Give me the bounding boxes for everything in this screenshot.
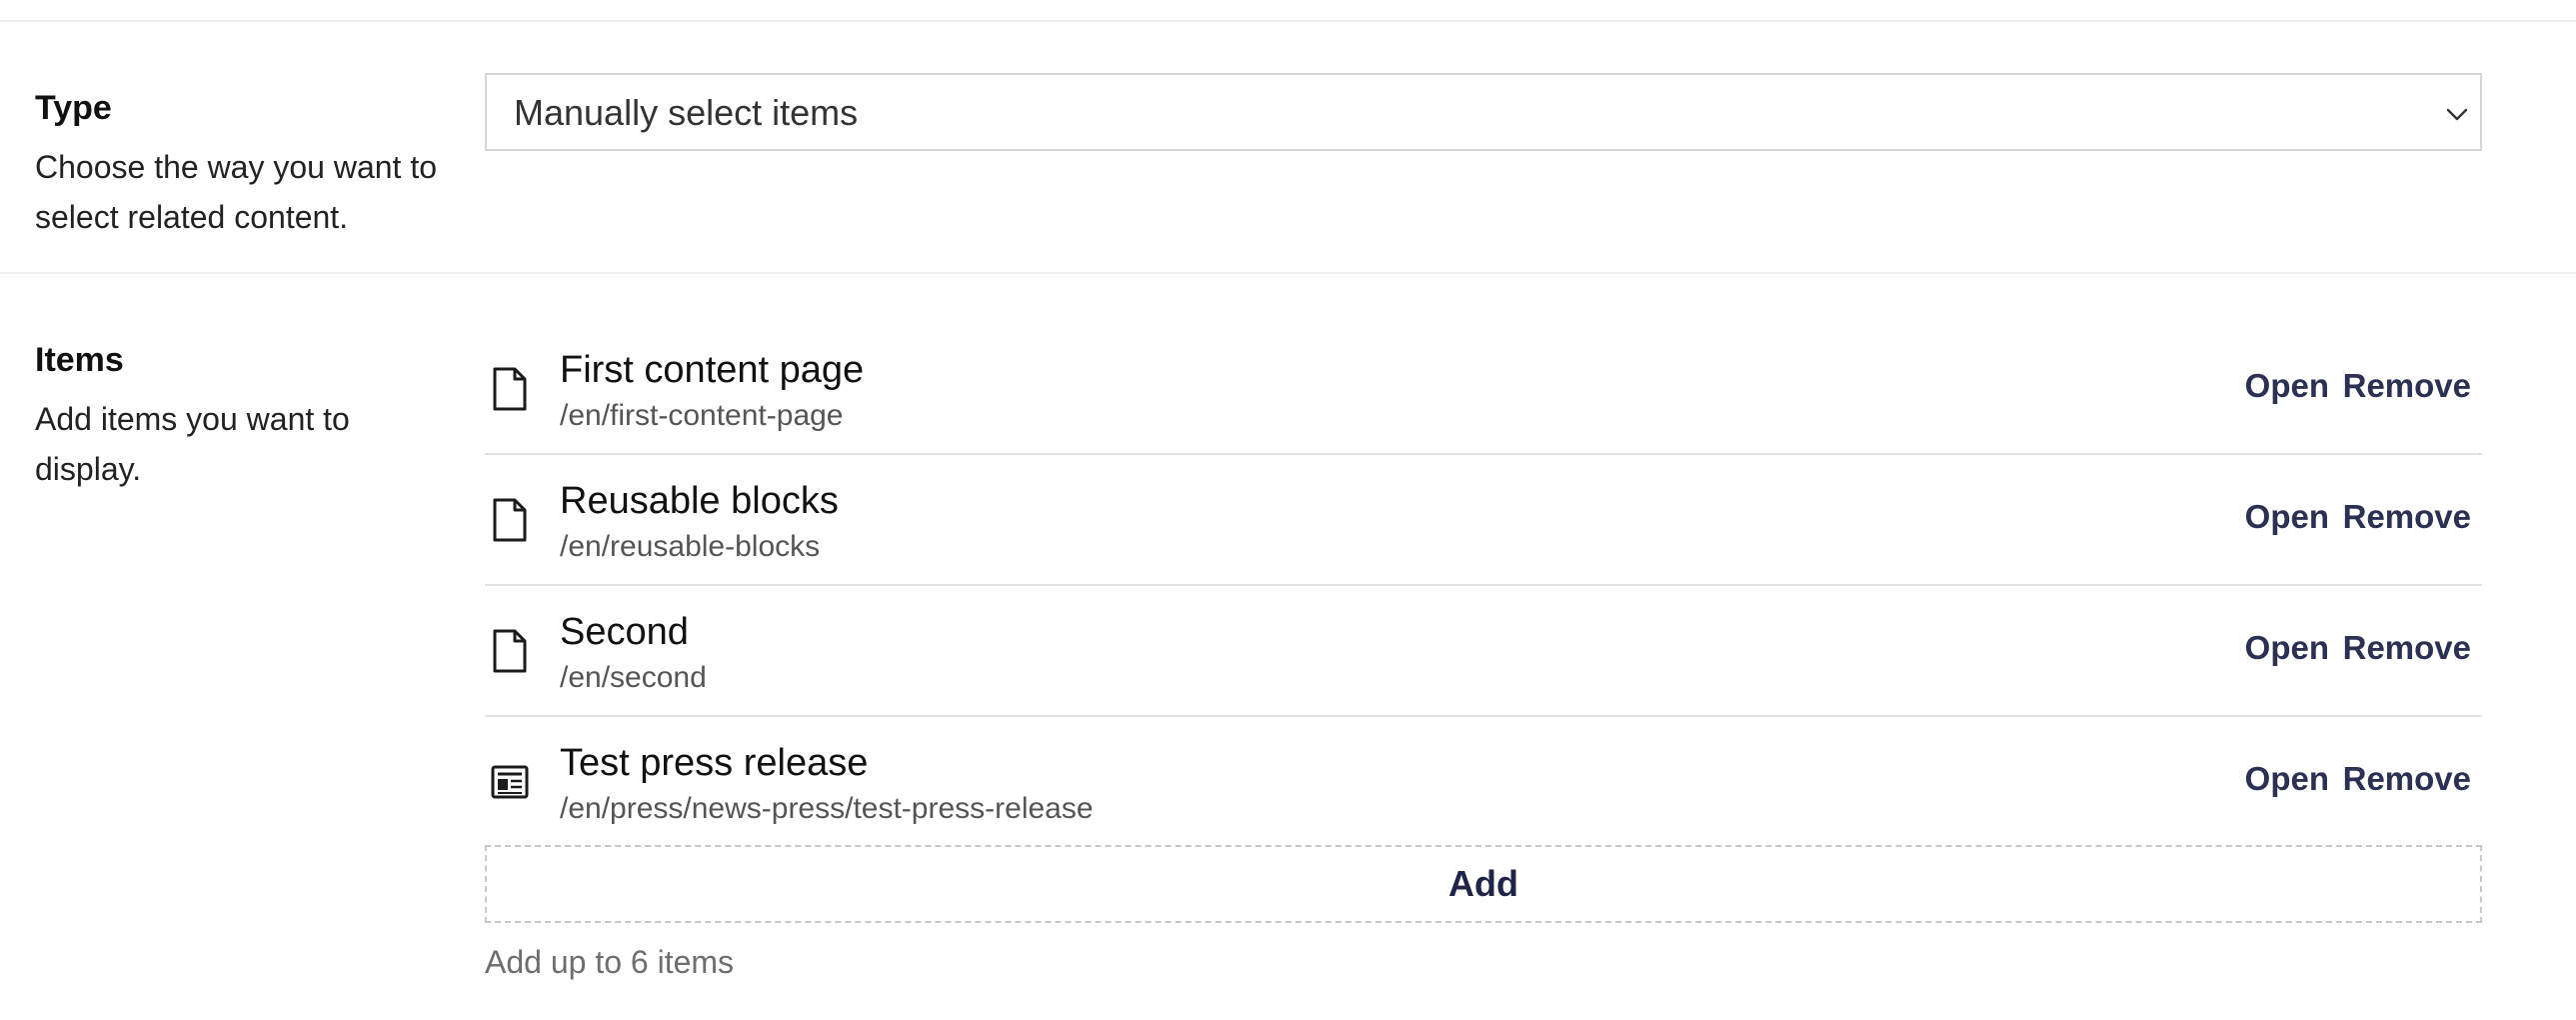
item-path: /en/press/news-press/test-press-release bbox=[560, 792, 1094, 825]
list-item: Reusable blocks /en/reusable-blocks Open… bbox=[485, 455, 2482, 586]
add-item-button[interactable]: Add bbox=[485, 845, 2482, 923]
item-title: First content page bbox=[560, 349, 865, 391]
list-item: Second /en/second Open Remove bbox=[485, 586, 2482, 717]
selected-items-list: First content page /en/first-content-pag… bbox=[485, 324, 2482, 846]
remove-button[interactable]: Remove bbox=[2343, 366, 2471, 406]
open-button[interactable]: Open bbox=[2245, 628, 2329, 668]
type-field-label: Type Choose the way you want to select r… bbox=[35, 88, 455, 242]
items-description: Add items you want to display. bbox=[35, 401, 350, 487]
document-icon bbox=[493, 498, 527, 542]
type-select-value: Manually select items bbox=[514, 92, 859, 133]
item-path: /en/first-content-page bbox=[560, 399, 844, 432]
list-item: Test press release /en/press/news-press/… bbox=[485, 717, 2482, 846]
list-item: First content page /en/first-content-pag… bbox=[485, 324, 2482, 455]
item-title: Second bbox=[560, 611, 689, 653]
items-help-text: Add up to 6 items bbox=[485, 944, 735, 980]
item-title: Test press release bbox=[560, 742, 869, 784]
open-button[interactable]: Open bbox=[2245, 497, 2329, 537]
document-icon bbox=[493, 367, 527, 411]
remove-button[interactable]: Remove bbox=[2343, 497, 2471, 537]
open-button[interactable]: Open bbox=[2245, 759, 2329, 799]
item-title: Reusable blocks bbox=[560, 480, 839, 522]
remove-button[interactable]: Remove bbox=[2343, 628, 2471, 668]
newspaper-icon bbox=[491, 765, 529, 799]
open-button[interactable]: Open bbox=[2245, 366, 2329, 406]
type-select[interactable]: Manually select items bbox=[485, 73, 2482, 151]
type-title: Type bbox=[35, 89, 112, 127]
items-field-label: Items Add items you want to display. bbox=[35, 340, 455, 494]
section-divider bbox=[0, 272, 2576, 274]
items-title: Items bbox=[35, 341, 124, 379]
item-path: /en/reusable-blocks bbox=[560, 530, 821, 563]
remove-button[interactable]: Remove bbox=[2343, 759, 2471, 799]
document-icon bbox=[493, 629, 527, 673]
top-divider bbox=[0, 20, 2576, 22]
item-path: /en/second bbox=[560, 661, 707, 694]
type-description: Choose the way you want to select relate… bbox=[35, 149, 438, 235]
chevron-down-icon bbox=[2446, 108, 2468, 121]
